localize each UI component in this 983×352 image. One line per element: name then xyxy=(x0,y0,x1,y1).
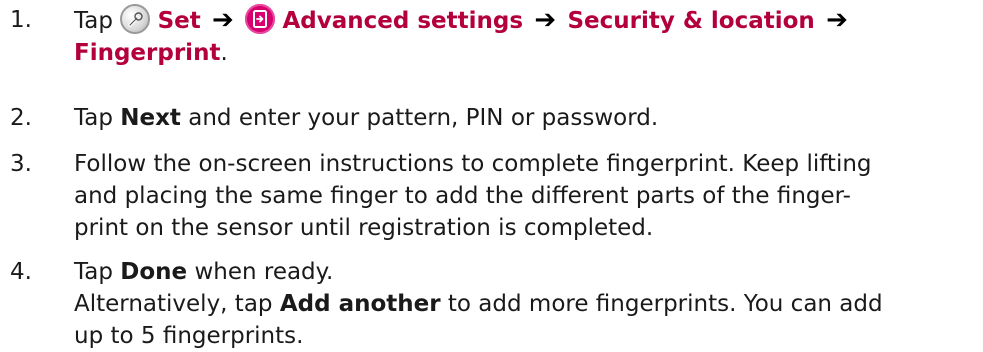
next-label: Next xyxy=(120,105,181,131)
tap-word: Tap xyxy=(74,105,113,131)
advanced-settings-icon xyxy=(245,4,276,34)
step-text: Tap Next and enter your pattern, PIN or … xyxy=(74,102,974,134)
step-number: 1. xyxy=(10,7,32,33)
step-text: Tap Done when ready. Alternatively, tap … xyxy=(74,256,974,352)
tap-word: Tap xyxy=(74,259,113,285)
alt-suffix-text: to add more fingerprints. You can add xyxy=(447,291,883,317)
step-text: Follow the on-screen instructions to com… xyxy=(74,148,974,244)
fingerprint-label: Fingerprint xyxy=(74,40,221,66)
add-another-label: Add another xyxy=(279,291,441,317)
tap-word: Tap xyxy=(74,8,113,34)
arrow-right-icon: ➔ xyxy=(826,5,848,35)
step-number: 4. xyxy=(10,259,32,285)
security-location-label: Security & location xyxy=(567,8,815,34)
when-ready-text: when ready. xyxy=(194,259,334,285)
step-4-last-line: up to 5 fingerprints. xyxy=(74,323,304,349)
step-number: 2. xyxy=(10,105,32,131)
step-3-line-2: and placing the same finger to add the d… xyxy=(74,183,851,209)
arrow-right-icon: ➔ xyxy=(534,5,557,35)
step-2-rest: and enter your pattern, PIN or password. xyxy=(188,105,659,131)
step-text: Tap Set ➔ Advanced settings ➔ Security &… xyxy=(74,4,974,69)
period: . xyxy=(220,40,228,66)
advanced-settings-label: Advanced settings xyxy=(282,8,524,34)
alternatively-text: Alternatively, tap xyxy=(74,291,273,317)
step-number: 3. xyxy=(10,151,32,177)
step-3-line-1: Follow the on-screen instructions to com… xyxy=(74,151,872,177)
settings-icon xyxy=(120,4,151,34)
set-label: Set xyxy=(157,8,201,34)
arrow-right-icon: ➔ xyxy=(212,5,234,35)
done-label: Done xyxy=(120,259,188,285)
step-3-line-3: print on the sensor until registration i… xyxy=(74,215,654,241)
